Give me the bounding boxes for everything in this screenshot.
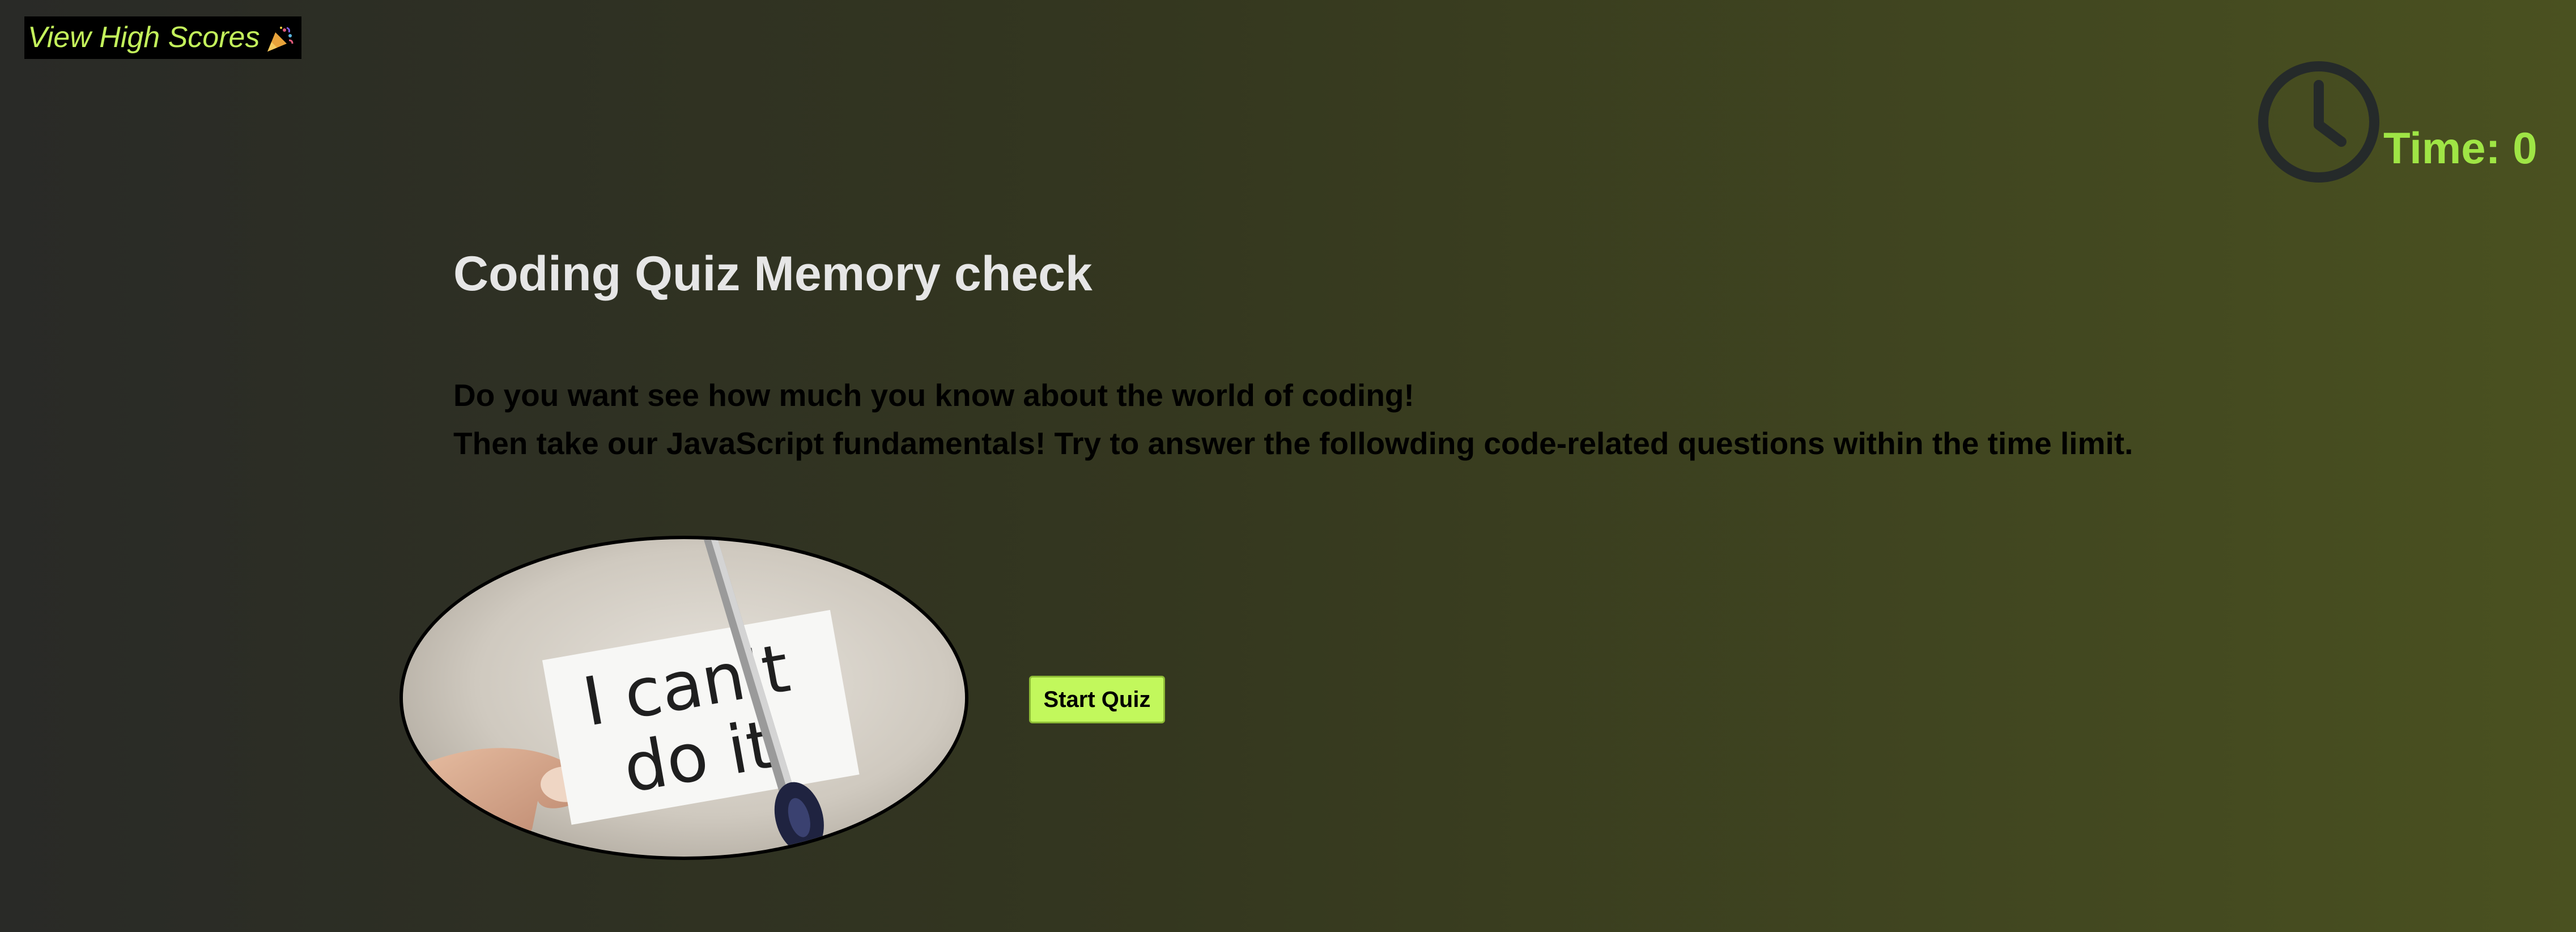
hero-image: I can't do it — [399, 536, 968, 860]
page-title: Coding Quiz Memory check — [453, 247, 1093, 301]
party-popper-icon — [265, 23, 295, 53]
clock-icon — [2256, 60, 2381, 184]
quiz-description: Do you want see how much you know about … — [453, 371, 2133, 468]
start-quiz-button[interactable]: Start Quiz — [1029, 676, 1165, 723]
description-line-2: Then take our JavaScript fundamentals! T… — [453, 426, 2133, 461]
description-line-1: Do you want see how much you know about … — [453, 378, 1414, 413]
view-high-scores-label: View High Scores — [28, 21, 260, 54]
timer-display: Time: 0 — [2383, 123, 2537, 173]
view-high-scores-link[interactable]: View High Scores — [24, 16, 302, 59]
